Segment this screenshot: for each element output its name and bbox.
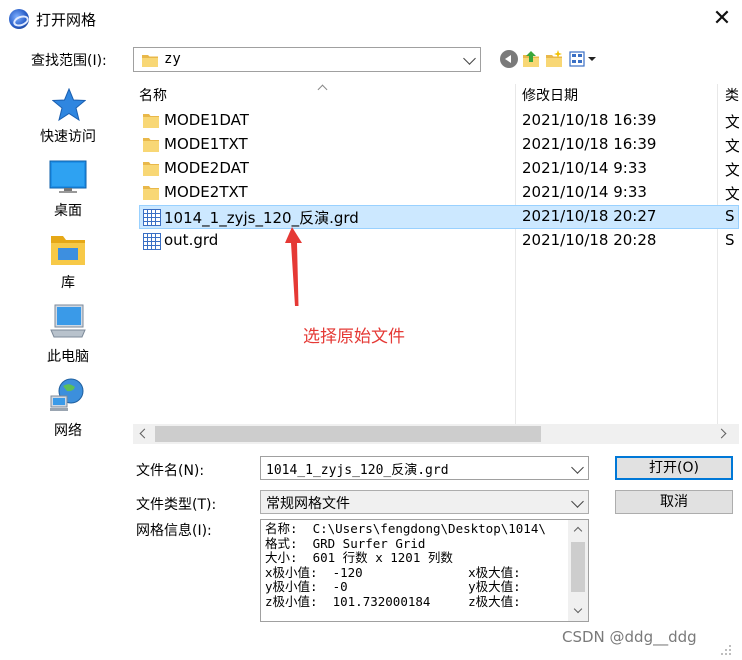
folder-icon <box>143 138 159 152</box>
file-date: 2021/10/14 9:33 <box>522 159 647 177</box>
file-type: 文 <box>725 161 739 179</box>
scroll-left-icon[interactable] <box>139 428 150 439</box>
file-name: MODE2DAT <box>164 159 249 177</box>
grid-file-icon <box>143 233 161 250</box>
scroll-thumb[interactable] <box>155 426 541 442</box>
desktop-icon <box>49 160 87 193</box>
gridinfo-line: z极小值: 101.732000184 z极大值: <box>265 593 521 609</box>
lookin-value: zy <box>164 51 181 67</box>
folder-icon <box>143 186 159 200</box>
gridinfo-line: y极小值: -0 y极大值: <box>265 579 521 595</box>
file-date: 2021/10/18 20:27 <box>522 207 657 225</box>
file-row[interactable]: MODE2TXT 2021/10/14 9:33 文 <box>133 181 739 205</box>
column-header-type[interactable]: 类 <box>725 84 739 108</box>
dialog-title: 打开网格 <box>36 11 97 29</box>
back-icon[interactable] <box>500 50 518 68</box>
column-header-date[interactable]: 修改日期 <box>522 84 578 108</box>
place-label: 此电脑 <box>47 349 89 365</box>
filename-input[interactable]: 1014_1_zyjs_120_反演.grd <box>266 459 449 478</box>
place-label: 网络 <box>54 423 82 439</box>
chevron-down-icon[interactable] <box>571 495 584 508</box>
chevron-down-icon <box>463 52 476 65</box>
gridinfo-line: 大小: 601 行数 x 1201 列数 <box>265 550 453 566</box>
place-network[interactable]: 网络 <box>7 378 129 440</box>
column-header-name[interactable]: 名称 <box>139 84 167 108</box>
gridinfo-line: 名称: C:\Users\fengdong\Desktop\1014\ <box>265 522 546 536</box>
network-icon <box>50 378 84 411</box>
file-name: 1014_1_zyjs_120_反演.grd <box>164 209 359 227</box>
computer-icon <box>50 304 86 338</box>
close-icon[interactable]: ✕ <box>702 2 742 36</box>
horizontal-scrollbar[interactable] <box>133 424 739 444</box>
file-row[interactable]: MODE1DAT 2021/10/18 16:39 文 <box>133 109 739 133</box>
file-date: 2021/10/18 20:28 <box>522 231 657 249</box>
place-label: 快速访问 <box>40 129 96 145</box>
lookin-label: 查找范围(I): <box>31 53 107 69</box>
scroll-thumb[interactable] <box>571 542 585 592</box>
up-folder-icon[interactable] <box>522 50 540 68</box>
scroll-up-icon[interactable] <box>573 526 583 536</box>
file-type: 文 <box>725 185 739 203</box>
lookin-combo[interactable]: zy <box>133 47 481 72</box>
gridinfo-text: 名称: C:\Users\fengdong\Desktop\1014\ 格式: G… <box>265 522 569 610</box>
sort-ascending-icon <box>317 84 328 95</box>
filename-combo[interactable]: 1014_1_zyjs_120_反演.grd <box>260 456 589 480</box>
file-row-selected[interactable]: 1014_1_zyjs_120_反演.grd 2021/10/18 20:27 … <box>133 205 739 229</box>
place-desktop[interactable]: 桌面 <box>7 160 129 220</box>
file-row[interactable]: MODE2DAT 2021/10/14 9:33 文 <box>133 157 739 181</box>
file-type: S <box>725 231 735 249</box>
file-name: MODE1TXT <box>164 135 248 153</box>
file-name: MODE2TXT <box>164 183 248 201</box>
watermark: CSDN @ddg__ddg <box>562 628 697 646</box>
folder-icon <box>142 55 158 67</box>
place-quick-access[interactable]: 快速访问 <box>7 86 129 152</box>
star-icon <box>52 88 86 122</box>
vertical-scrollbar[interactable] <box>568 520 588 621</box>
folder-icon <box>143 114 159 128</box>
library-folder-icon <box>51 236 85 265</box>
file-type: 文 <box>725 137 739 155</box>
scroll-down-icon[interactable] <box>573 604 583 614</box>
file-row[interactable]: MODE1TXT 2021/10/18 16:39 文 <box>133 133 739 157</box>
file-date: 2021/10/14 9:33 <box>522 183 647 201</box>
file-list[interactable]: 名称 修改日期 类 MODE1DAT 2021/10/18 16:39 文 MO… <box>133 84 739 424</box>
place-this-pc[interactable]: 此电脑 <box>7 304 129 365</box>
annotation-text: 选择原始文件 <box>303 327 405 347</box>
file-type: 文 <box>725 113 739 131</box>
open-button[interactable]: 打开(O) <box>615 456 733 480</box>
chevron-down-icon[interactable] <box>571 461 584 474</box>
file-name: out.grd <box>164 231 219 249</box>
place-library[interactable]: 库 <box>7 232 129 292</box>
grid-file-icon <box>143 209 161 226</box>
scroll-right-icon[interactable] <box>716 428 727 439</box>
view-menu-icon[interactable] <box>569 50 597 68</box>
place-label: 库 <box>61 275 75 291</box>
places-bar: 快速访问 桌面 库 此电脑 网络 <box>7 76 129 452</box>
cancel-button[interactable]: 取消 <box>615 490 733 514</box>
new-folder-icon[interactable] <box>545 50 563 68</box>
file-type: S <box>725 207 735 225</box>
place-label: 桌面 <box>54 203 82 219</box>
gridinfo-line: x极小值: -120 x极大值: <box>265 564 521 580</box>
filename-label: 文件名(N): <box>136 463 205 479</box>
file-name: MODE1DAT <box>164 111 249 129</box>
file-date: 2021/10/18 16:39 <box>522 111 657 129</box>
gridinfo-textbox[interactable]: 名称: C:\Users\fengdong\Desktop\1014\ 格式: G… <box>260 519 589 622</box>
filetype-label: 文件类型(T): <box>136 497 217 513</box>
annotation-arrow-icon <box>285 227 302 306</box>
folder-icon <box>143 162 159 176</box>
file-date: 2021/10/18 16:39 <box>522 135 657 153</box>
resize-grip-icon[interactable] <box>718 642 732 656</box>
title-bar: 打开网格 ✕ <box>0 0 742 38</box>
gridinfo-label: 网格信息(I): <box>136 523 212 539</box>
app-globe-icon <box>9 9 29 29</box>
file-row[interactable]: out.grd 2021/10/18 20:28 S <box>133 229 739 253</box>
filetype-select[interactable]: 常规网格文件 <box>260 490 589 514</box>
gridinfo-line: 格式: GRD Surfer Grid <box>265 535 426 551</box>
filetype-value: 常规网格文件 <box>266 496 350 512</box>
